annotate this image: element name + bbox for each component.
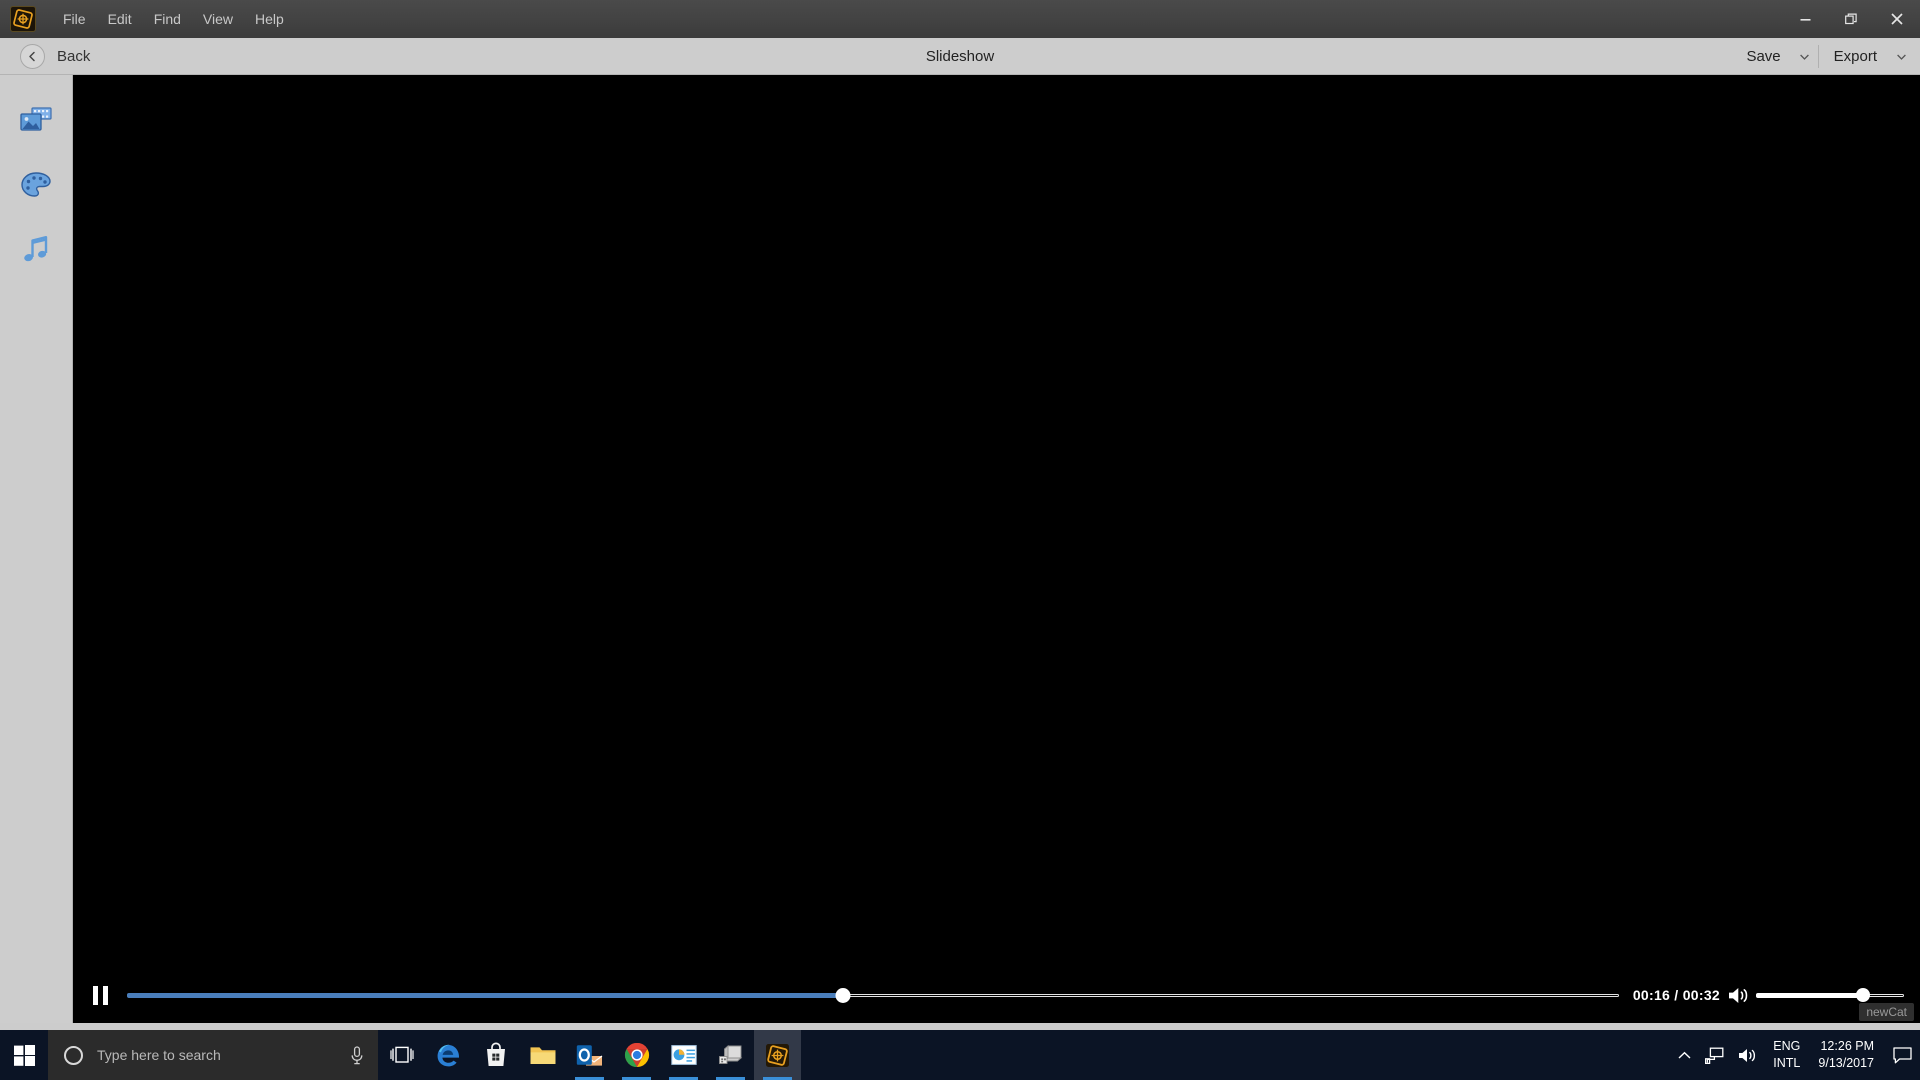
menu-item-view[interactable]: View: [192, 9, 244, 29]
network-button[interactable]: [1698, 1030, 1731, 1080]
clock[interactable]: 12:26 PM 9/13/2017: [1808, 1030, 1884, 1080]
windows-taskbar: Type here to search ENG INTL 12:26 PM 9/…: [0, 1030, 1920, 1080]
installer-box-icon: [718, 1045, 742, 1064]
language-line-2: INTL: [1773, 1056, 1801, 1070]
player-controls-bar: 00:16 / 00:32: [73, 967, 1920, 1023]
volume-button[interactable]: [1728, 986, 1750, 1005]
chevron-down-icon: [1800, 54, 1810, 60]
title-bar: File Edit Find View Help: [0, 0, 1920, 38]
close-button[interactable]: [1874, 0, 1920, 38]
back-label: Back: [57, 47, 91, 65]
taskbar-item-microsoft-store[interactable]: [472, 1030, 519, 1080]
edge-icon: [437, 1044, 459, 1066]
minimize-icon: [1800, 18, 1810, 21]
seek-progress-fill: [127, 992, 844, 998]
back-button[interactable]: Back: [20, 43, 91, 69]
taskbar-item-office-app[interactable]: [660, 1030, 707, 1080]
close-icon: [1891, 13, 1903, 25]
microphone-icon: [351, 1045, 363, 1064]
language-line-1: ENG: [1773, 1038, 1801, 1053]
show-hidden-icons-button[interactable]: [1671, 1030, 1698, 1080]
menu-item-help[interactable]: Help: [244, 9, 295, 29]
sidebar-item-themes[interactable]: [0, 152, 72, 217]
taskbar-app-buttons: [378, 1030, 801, 1080]
restore-button[interactable]: [1828, 0, 1874, 38]
volume-tray-button[interactable]: [1731, 1030, 1765, 1080]
store-bag-icon: [486, 1042, 505, 1066]
cortana-circle-icon: [64, 1045, 83, 1065]
taskbar-item-file-explorer[interactable]: [519, 1030, 566, 1080]
play-pause-button[interactable]: [81, 976, 119, 1014]
application-window: File Edit Find View Help Back Slideshow …: [0, 0, 1920, 1030]
chevron-left-icon: [20, 43, 45, 69]
taskbar-item-slideshow-app[interactable]: [754, 1030, 801, 1080]
menu-item-edit[interactable]: Edit: [97, 9, 143, 29]
clock-time: 12:26 PM: [1820, 1038, 1874, 1053]
search-placeholder: Type here to search: [97, 1047, 221, 1063]
project-name-label: newCat: [1859, 1003, 1914, 1021]
volume-thumb[interactable]: [1855, 988, 1870, 1002]
app-diamond-logo-icon: [10, 6, 36, 32]
sidebar-item-music[interactable]: [0, 217, 72, 282]
taskbar-item-microsoft-edge[interactable]: [425, 1030, 472, 1080]
search-input[interactable]: Type here to search: [48, 1030, 378, 1080]
minimize-button[interactable]: [1782, 0, 1828, 38]
left-sidebar: [0, 75, 73, 1023]
app-toolbar: Back Slideshow Save Export: [0, 38, 1920, 75]
seek-slider[interactable]: [127, 976, 1619, 1014]
export-button[interactable]: Export: [1821, 38, 1890, 75]
taskbar-item-setup-installer[interactable]: [707, 1030, 754, 1080]
toolbar-separator: [1817, 45, 1819, 68]
folder-icon: [530, 1046, 555, 1064]
export-dropdown-button[interactable]: [1890, 38, 1912, 75]
pause-icon: [92, 985, 108, 1005]
window-controls: [1782, 0, 1920, 38]
chevron-down-icon: [1896, 54, 1906, 60]
menu-item-file[interactable]: File: [52, 9, 97, 29]
chrome-icon: [624, 1042, 649, 1067]
photo-film-icon: [20, 106, 52, 131]
seek-thumb[interactable]: [835, 987, 851, 1003]
start-button[interactable]: [0, 1030, 48, 1080]
palette-icon: [21, 171, 51, 197]
preview-stage: newCat 00:16 / 00:32: [73, 75, 1920, 1023]
menu-item-find[interactable]: Find: [143, 9, 192, 29]
restore-icon: [1845, 13, 1857, 25]
time-display: 00:16 / 00:32: [1632, 987, 1720, 1003]
outlook-envelope-icon: [576, 1045, 603, 1066]
office-chart-icon: [670, 1045, 697, 1065]
language-indicator[interactable]: ENG INTL: [1765, 1030, 1808, 1080]
music-note-icon: [24, 235, 48, 261]
slideshow-preview-canvas[interactable]: [73, 75, 1920, 967]
network-icon: [1705, 1047, 1724, 1064]
action-center-button[interactable]: [1884, 1030, 1920, 1080]
clock-date: 9/13/2017: [1818, 1056, 1874, 1070]
chevron-up-icon: [1678, 1051, 1691, 1059]
volume-fill: [1756, 992, 1863, 998]
save-button[interactable]: Save: [1733, 38, 1793, 75]
toolbar-actions: Save Export: [1733, 38, 1912, 75]
microphone-button[interactable]: [336, 1045, 378, 1065]
menu-bar: File Edit Find View Help: [52, 0, 295, 38]
speaker-on-icon: [1729, 987, 1748, 1003]
speaker-icon: [1739, 1048, 1756, 1062]
notification-icon: [1892, 1046, 1912, 1063]
page-title: Slideshow: [925, 47, 995, 65]
windows-start-icon: [13, 1044, 35, 1066]
system-tray: ENG INTL 12:26 PM 9/13/2017: [1671, 1030, 1920, 1080]
taskbar-item-task-view[interactable]: [378, 1030, 425, 1080]
taskbar-item-google-chrome[interactable]: [613, 1030, 660, 1080]
task-view-icon: [389, 1046, 414, 1063]
app-diamond-logo-icon: [766, 1043, 789, 1067]
taskbar-item-outlook[interactable]: [566, 1030, 613, 1080]
save-dropdown-button[interactable]: [1794, 38, 1816, 75]
sidebar-item-media[interactable]: [0, 87, 72, 152]
